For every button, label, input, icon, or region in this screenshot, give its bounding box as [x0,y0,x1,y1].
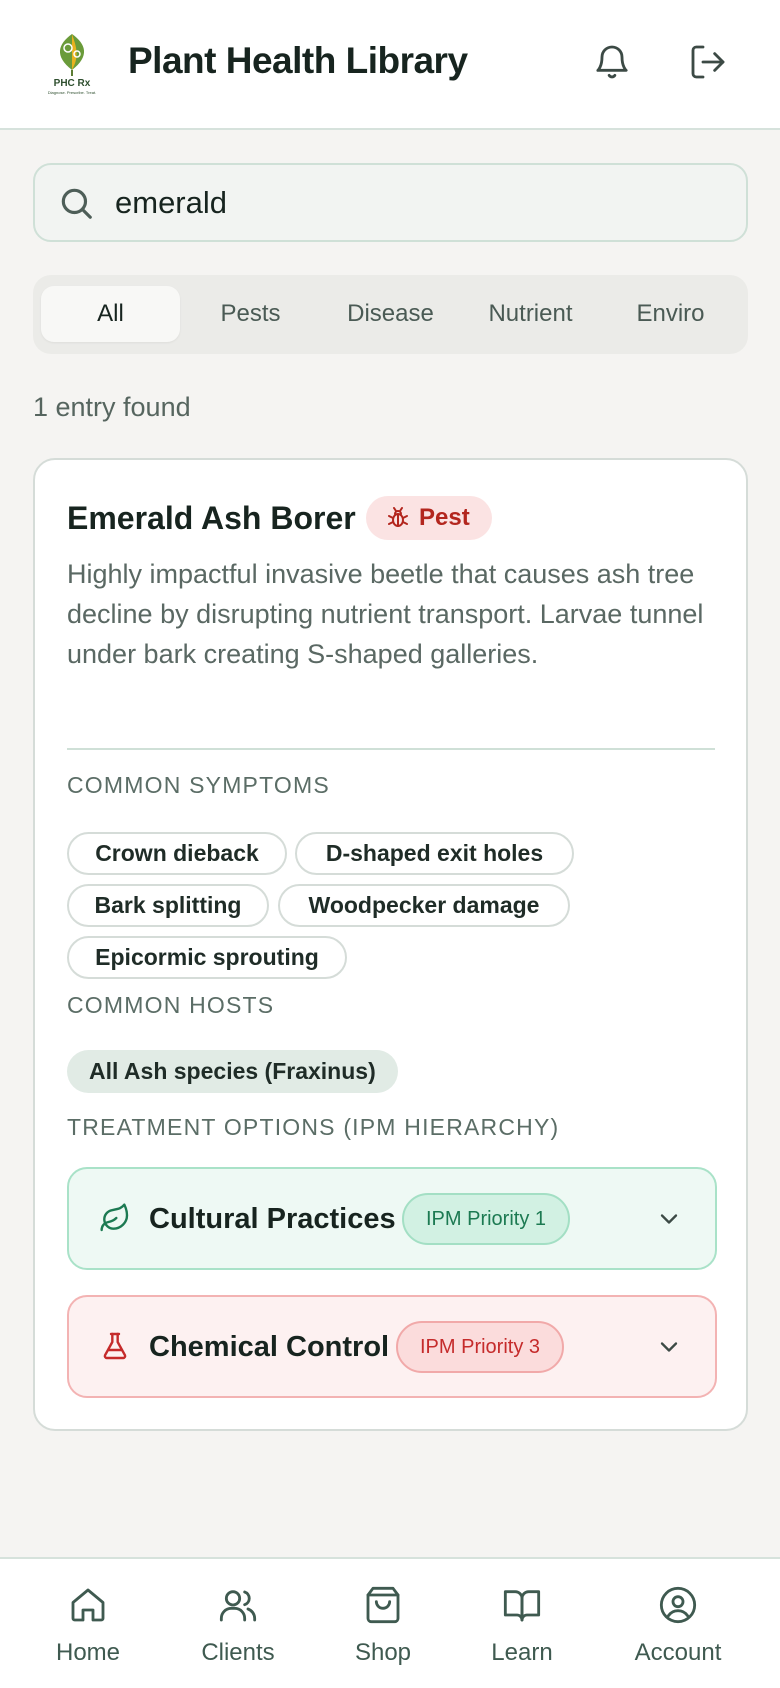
chevron-down-icon[interactable] [655,1333,683,1361]
entry-card[interactable]: Emerald Ash Borer Pest Highly impactful … [33,458,748,1431]
treatment-label: Chemical Control [149,1331,390,1363]
symptom-chip: Epicormic sprouting [67,936,347,979]
priority-badge: IPM Priority 1 [402,1193,571,1245]
symptom-chip: Crown dieback [67,832,287,875]
hosts-heading: COMMON HOSTS [67,992,275,1018]
leaf-icon [100,1203,129,1232]
home-icon [71,1588,105,1622]
tab-enviro[interactable]: Enviro [601,286,740,342]
nav-label: Learn [491,1639,553,1666]
book-icon [503,1590,541,1622]
flask-icon [103,1332,127,1360]
entry-description: Highly impactful invasive beetle that ca… [67,559,704,669]
app-header: PHC Rx Diagnose. Prescribe. Treat. Plant… [0,0,780,130]
user-circle-icon [659,1586,697,1624]
symptom-chip: D-shaped exit holes [295,832,574,875]
result-count: 1 entry found [33,392,191,422]
treatments-heading: TREATMENT OPTIONS (IPM HIERARCHY) [67,1114,560,1140]
bottom-nav: Home Clients Shop Learn Account [0,1557,780,1688]
nav-home[interactable]: Home [18,1585,158,1675]
nav-learn[interactable]: Learn [452,1585,592,1675]
treatment-label: Cultural Practices [149,1203,396,1235]
logo-tagline: Diagnose. Prescribe. Treat. [48,90,96,95]
bug-icon [388,507,408,527]
page-title: Plant Health Library [128,40,468,81]
tab-all[interactable]: All [41,286,180,342]
app-logo: PHC Rx Diagnose. Prescribe. Treat. [46,30,98,96]
search-icon [61,188,92,219]
nav-label: Clients [201,1639,275,1666]
logout-icon[interactable] [688,42,728,82]
logo-text: PHC Rx [54,78,91,89]
symptom-chip: Woodpecker damage [278,884,570,927]
treatment-cultural-practices[interactable]: Cultural Practices IPM Priority 1 [67,1167,717,1270]
pest-badge-label: Pest [419,504,470,531]
entry-title: Emerald Ash Borer [67,500,356,536]
priority-badge: IPM Priority 3 [396,1321,565,1373]
tab-disease[interactable]: Disease [321,286,460,342]
nav-label: Home [55,1639,121,1666]
users-icon [219,1590,257,1622]
bell-icon[interactable] [592,42,632,82]
symptoms-heading: COMMON SYMPTOMS [67,772,330,798]
nav-shop[interactable]: Shop [313,1585,453,1675]
search-bar[interactable] [33,163,748,242]
tab-pests[interactable]: Pests [181,286,320,342]
host-chip: All Ash species (Fraxinus) [67,1050,398,1093]
pest-badge: Pest [366,496,492,540]
chevron-down-icon[interactable] [655,1205,683,1233]
shopping-bag-icon [366,1586,400,1624]
search-input[interactable] [115,177,725,229]
nav-clients[interactable]: Clients [168,1585,308,1675]
divider [67,748,715,750]
treatment-chemical-control[interactable]: Chemical Control IPM Priority 3 [67,1295,717,1398]
category-tabs: All Pests Disease Nutrient Enviro [33,275,748,354]
symptom-chip: Bark splitting [67,884,269,927]
tab-nutrient[interactable]: Nutrient [461,286,600,342]
nav-label: Shop [354,1639,412,1666]
nav-account[interactable]: Account [608,1585,748,1675]
nav-label: Account [634,1639,722,1666]
